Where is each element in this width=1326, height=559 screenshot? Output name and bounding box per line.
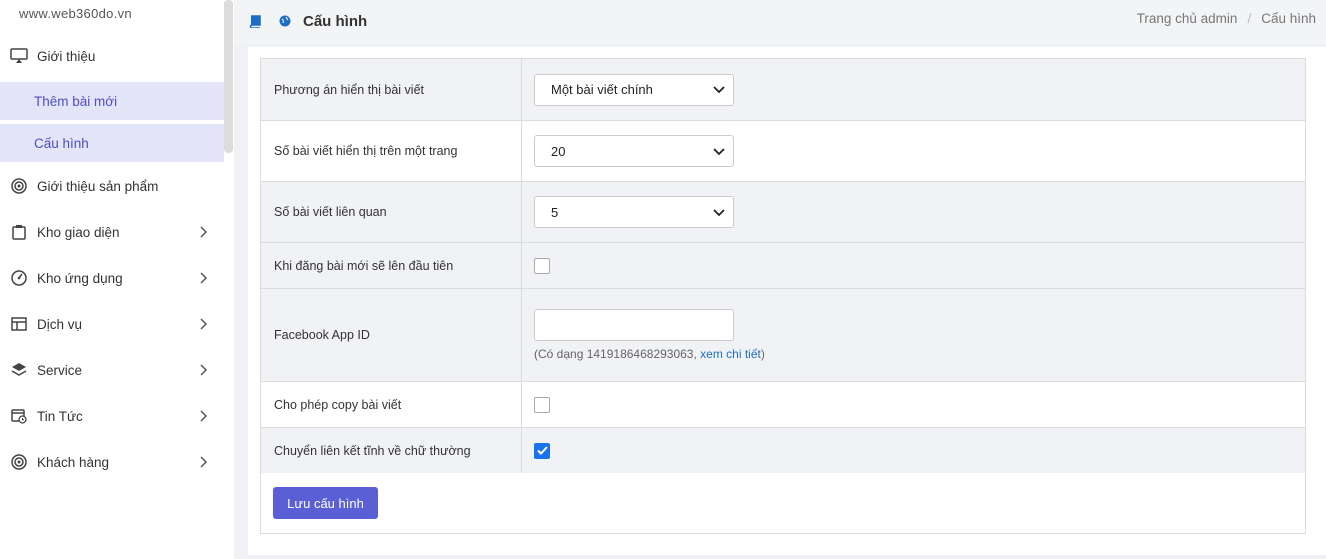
form-row: Khi đăng bài mới sẽ lên đầu tiên [260,242,1306,289]
page-title: Cấu hình [303,13,368,30]
allow-copy-checkbox[interactable] [534,396,550,413]
facebook-app-id-input[interactable] [534,309,734,341]
hint-text: (Có dạng 1419186468293063, [534,347,701,361]
sidebar-item-label: Giới thiệu sản phẩm [37,178,159,194]
display-mode-select[interactable]: Một bài viết chính [534,73,734,106]
sidebar-item-label: Service [37,362,83,378]
layers-icon [10,361,28,379]
sidebar: www.web360do.vn Giới thiệu Thêm bài mới … [0,0,234,559]
sidebar-item-tin-tuc[interactable]: Tin Tức [0,393,224,439]
hint-details-link[interactable]: xem chi tiết [700,347,761,361]
target-icon [10,177,28,195]
breadcrumb-separator: / [1247,11,1252,26]
select-value: 5 [551,204,559,220]
breadcrumb: Trang chủ admin / Cấu hình [1137,11,1316,26]
new-post-first-checkbox[interactable] [534,257,550,274]
chevron-down-icon [713,144,725,159]
select-value: 20 [551,143,566,159]
form-row: Chuyển liên kết tĩnh về chữ thường [260,427,1306,474]
breadcrumb-current: Cấu hình [1261,11,1316,26]
chevron-right-icon [196,317,210,331]
chevron-right-icon [196,409,210,423]
form-row: Phương án hiển thị bài viết Một bài viết… [260,58,1306,121]
sidebar-item-dich-vu[interactable]: Dịch vụ [0,301,224,347]
form-label: Số bài viết hiển thị trên một trang [260,120,522,182]
breadcrumb-home-link[interactable]: Trang chủ admin [1137,11,1238,26]
form-label: Phương án hiển thị bài viết [260,58,522,121]
check-icon [536,446,548,455]
sidebar-item-label: Khách hàng [37,454,110,470]
monitor-icon [10,47,28,65]
sidebar-subitem-them-bai-moi[interactable]: Thêm bài mới [0,82,224,120]
sidebar-item-kho-giao-dien[interactable]: Kho giao diện [0,209,224,255]
lowercase-links-checkbox[interactable] [534,442,550,459]
calendar-clock-icon [10,407,28,425]
sidebar-item-label: Kho ứng dụng [37,270,123,286]
select-value: Một bài viết chính [551,82,653,97]
save-settings-button[interactable]: Lưu cấu hình [273,487,378,519]
sidebar-item-label: Dịch vụ [37,316,83,332]
form-row: Số bài viết hiển thị trên một trang 20 [260,120,1306,182]
sidebar-item-gioi-thieu-san-pham[interactable]: Giới thiệu sản phẩm [0,163,224,209]
form-label: Khi đăng bài mới sẽ lên đầu tiên [260,242,522,289]
form-row: Cho phép copy bài viết [260,381,1306,428]
sidebar-item-khach-hang[interactable]: Khách hàng [0,439,224,485]
settings-form: Phương án hiển thị bài viết Một bài viết… [260,58,1306,474]
globe-icon [279,15,291,30]
sidebar-subitem-cau-hinh[interactable]: Cấu hình [0,124,224,162]
form-actions-row [260,473,1306,534]
brand-url: www.web360do.vn [19,6,132,21]
form-label: Facebook App ID [260,288,522,382]
sidebar-item-label: Tin Tức [37,408,83,424]
chevron-right-icon [196,363,210,377]
table-icon [10,315,28,333]
posts-per-page-select[interactable]: 20 [534,135,734,167]
form-row: Facebook App ID (Có dạng 141918646829306… [260,288,1306,382]
clipboard-icon [10,223,28,241]
sidebar-item-label: Giới thiệu [37,48,96,64]
gauge-icon [10,269,28,287]
chevron-right-icon [196,271,210,285]
form-row: Số bài viết liên quan 5 [260,181,1306,243]
facebook-app-id-hint: (Có dạng 1419186468293063, xem chi tiết) [534,347,1305,361]
sidebar-item-kho-ung-dung[interactable]: Kho ứng dụng [0,255,224,301]
chevron-right-icon [196,455,210,469]
chevron-down-icon [713,82,725,97]
sidebar-item-gioi-thieu[interactable]: Giới thiệu [0,33,224,79]
chevron-down-icon [713,205,725,220]
sidebar-item-service[interactable]: Service [0,347,224,393]
sidebar-scrollbar-thumb[interactable] [224,0,233,153]
sidebar-item-label: Kho giao diện [37,224,120,240]
hint-text: ) [760,347,765,361]
form-label: Số bài viết liên quan [260,181,522,243]
chevron-right-icon [196,225,210,239]
book-icon [249,15,261,31]
form-label: Chuyển liên kết tĩnh về chữ thường [260,427,522,474]
target-icon [10,453,28,471]
form-label: Cho phép copy bài viết [260,381,522,428]
related-posts-select[interactable]: 5 [534,196,734,228]
